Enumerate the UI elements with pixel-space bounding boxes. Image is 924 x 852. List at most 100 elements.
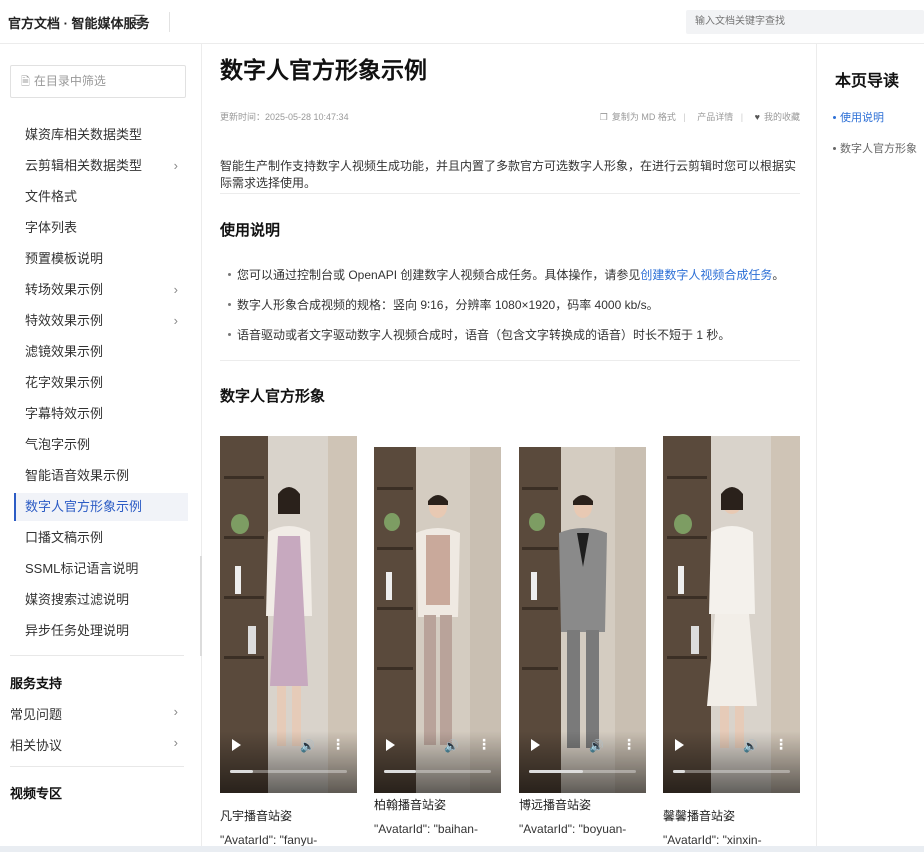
table-of-contents: 本页导读 使用说明 数字人官方形象: [816, 44, 924, 852]
more-options-icon[interactable]: ⋮: [774, 736, 788, 753]
video-player[interactable]: 🔊 ⋮: [220, 436, 357, 793]
sidebar-item-agreements[interactable]: 相关协议 ›: [10, 735, 186, 754]
sidebar-item-label: 媒资库相关数据类型: [25, 127, 143, 142]
volume-icon[interactable]: 🔊: [300, 739, 315, 753]
sidebar-item-label: SSML标记语言说明: [25, 561, 139, 576]
sidebar-item-digital-human[interactable]: 数字人官方形象示例: [14, 493, 188, 521]
play-icon[interactable]: [386, 739, 395, 751]
sidebar-item-label: 智能语音效果示例: [25, 468, 130, 483]
doc-actions: ❐ 复制为 MD 格式 | 产品详情 | ♥ 我的收藏: [596, 110, 800, 123]
sidebar-item-label: 气泡字示例: [25, 437, 91, 452]
copy-md-link[interactable]: 复制为 MD 格式: [612, 112, 676, 122]
list-item: 语音驱动或者文字驱动数字人视频合成时，语音（包含文字转换成的语音）时长不短于 1…: [228, 326, 808, 343]
bullet-dot: [228, 303, 231, 307]
toc-item-avatars[interactable]: 数字人官方形象: [833, 140, 917, 156]
video-progress-fill: [384, 770, 417, 773]
section-title-video-zone[interactable]: 视频专区: [10, 783, 62, 802]
avatar-name: 博远播音站姿: [519, 798, 592, 812]
avatar-card: 🔊 ⋮ 博远播音站姿 "AvatarId": "boyuan-: [519, 447, 646, 836]
video-player[interactable]: 🔊 ⋮: [519, 447, 646, 793]
sidebar-item-edit-data-types[interactable]: 云剪辑相关数据类型 ›: [14, 152, 188, 180]
chevron-right-icon[interactable]: ›: [174, 276, 178, 304]
sidebar-item-label: 文件格式: [25, 189, 78, 204]
video-player[interactable]: 🔊 ⋮: [374, 447, 501, 793]
play-icon[interactable]: [675, 739, 684, 751]
main-content: 数字人官方形象示例 更新时间：2025-05-28 10:47:34 ❐ 复制为 …: [202, 44, 816, 852]
chevron-right-icon[interactable]: ›: [174, 704, 178, 719]
updated-time: 更新时间：2025-05-28 10:47:34: [220, 112, 349, 122]
sidebar-item-faq[interactable]: 常见问题 ›: [10, 704, 186, 723]
avatar-card: 🔊 ⋮ 馨馨播音站姿 "AvatarId": "xinxin-: [663, 436, 800, 847]
sidebar-item-label: 口播文稿示例: [25, 530, 104, 545]
more-options-icon[interactable]: ⋮: [622, 736, 636, 753]
volume-icon[interactable]: 🔊: [743, 739, 758, 753]
sidebar-item-media-data-types[interactable]: 媒资库相关数据类型: [14, 121, 188, 149]
video-progress-bar[interactable]: [529, 770, 636, 773]
sidebar-item-file-formats[interactable]: 文件格式: [14, 183, 188, 211]
separator: |: [683, 112, 686, 122]
list-item: 数字人形象合成视频的规格：竖向 9∶16，分辨率 1080×1920，码率 40…: [228, 296, 808, 313]
video-progress-bar[interactable]: [673, 770, 790, 773]
filter-placeholder: 在目录中筛选: [33, 74, 106, 88]
video-player[interactable]: 🔊 ⋮: [663, 436, 800, 793]
site-brand[interactable]: 官方文档 · 智能媒体服务: [8, 13, 150, 32]
product-details-link[interactable]: 产品详情: [697, 112, 733, 122]
sidebar-item-label: 字体列表: [25, 220, 78, 235]
favorite-link[interactable]: 我的收藏: [764, 112, 800, 122]
sidebar-item-label: 数字人官方形象示例: [25, 499, 143, 514]
sidebar-item-script-examples[interactable]: 口播文稿示例: [14, 524, 188, 552]
separator: |: [740, 112, 744, 122]
more-options-icon[interactable]: ⋮: [477, 736, 491, 753]
top-bar: 官方文档 · 智能媒体服务 ☰: [0, 0, 924, 44]
divider: [169, 12, 170, 32]
sidebar-item-preset-templates[interactable]: 预置模板说明: [14, 245, 188, 273]
sidebar-item-subtitle-examples[interactable]: 字幕特效示例: [14, 400, 188, 428]
sidebar-item-async-tasks[interactable]: 异步任务处理说明: [14, 617, 188, 645]
sidebar-item-ssml[interactable]: SSML标记语言说明: [14, 555, 188, 583]
create-task-link[interactable]: 创建数字人视频合成任务: [640, 268, 772, 282]
video-progress-bar[interactable]: [384, 770, 491, 773]
bullet-dot: [833, 146, 836, 150]
sidebar-item-label: 常见问题: [10, 707, 63, 722]
divider: [220, 360, 800, 361]
sidebar: 🗎 在目录中筛选 媒资库相关数据类型 云剪辑相关数据类型 › 文件格式 字体列表 预…: [0, 44, 202, 852]
sidebar-item-font-list[interactable]: 字体列表: [14, 214, 188, 242]
video-progress-bar[interactable]: [230, 770, 347, 773]
heading-avatars: 数字人官方形象: [220, 388, 326, 405]
section-title-service-support[interactable]: 服务支持: [10, 673, 62, 692]
chevron-right-icon[interactable]: ›: [174, 735, 178, 750]
avatar-id-code: "AvatarId": "baihan-: [374, 822, 478, 836]
sidebar-item-filter-examples[interactable]: 滤镜效果示例: [14, 338, 188, 366]
volume-icon[interactable]: 🔊: [444, 739, 459, 753]
menu-icon[interactable]: ☰: [133, 12, 146, 29]
sidebar-filter-input[interactable]: 🗎 在目录中筛选: [10, 65, 186, 98]
sidebar-item-bubble-text[interactable]: 气泡字示例: [14, 431, 188, 459]
sidebar-item-effect-examples[interactable]: 特效效果示例 ›: [14, 307, 188, 335]
toc-item-usage[interactable]: 使用说明: [833, 109, 884, 125]
toc-item-label: 使用说明: [840, 112, 884, 124]
heading-usage: 使用说明: [220, 222, 281, 239]
avatar-name: 柏翰播音站姿: [374, 798, 447, 812]
sidebar-item-label: 相关协议: [10, 738, 63, 753]
intro-text: 智能生产制作支持数字人视频生成功能，并且内置了多款官方可选数字人形象，在进行云剪…: [220, 159, 797, 190]
more-options-icon[interactable]: ⋮: [331, 736, 345, 753]
sidebar-item-word-art-examples[interactable]: 花字效果示例: [14, 369, 188, 397]
sidebar-item-transition-examples[interactable]: 转场效果示例 ›: [14, 276, 188, 304]
divider: [220, 193, 800, 194]
search-input[interactable]: [686, 10, 924, 34]
copy-icon[interactable]: ❐: [600, 112, 608, 122]
volume-icon[interactable]: 🔊: [589, 739, 604, 753]
sidebar-item-label: 字幕特效示例: [25, 406, 104, 421]
chevron-right-icon[interactable]: ›: [174, 307, 178, 335]
video-progress-fill: [230, 770, 254, 773]
bottom-edge: [0, 846, 924, 852]
chevron-right-icon[interactable]: ›: [174, 152, 178, 180]
play-icon[interactable]: [232, 739, 241, 751]
bullet-dot: [228, 333, 231, 337]
sidebar-item-voice-examples[interactable]: 智能语音效果示例: [14, 462, 188, 490]
sidebar-item-label: 花字效果示例: [25, 375, 104, 390]
play-icon[interactable]: [531, 739, 540, 751]
sidebar-item-search-filter[interactable]: 媒资搜索过滤说明: [14, 586, 188, 614]
sidebar-item-label: 预置模板说明: [25, 251, 104, 266]
heart-icon[interactable]: ♥: [755, 112, 760, 122]
